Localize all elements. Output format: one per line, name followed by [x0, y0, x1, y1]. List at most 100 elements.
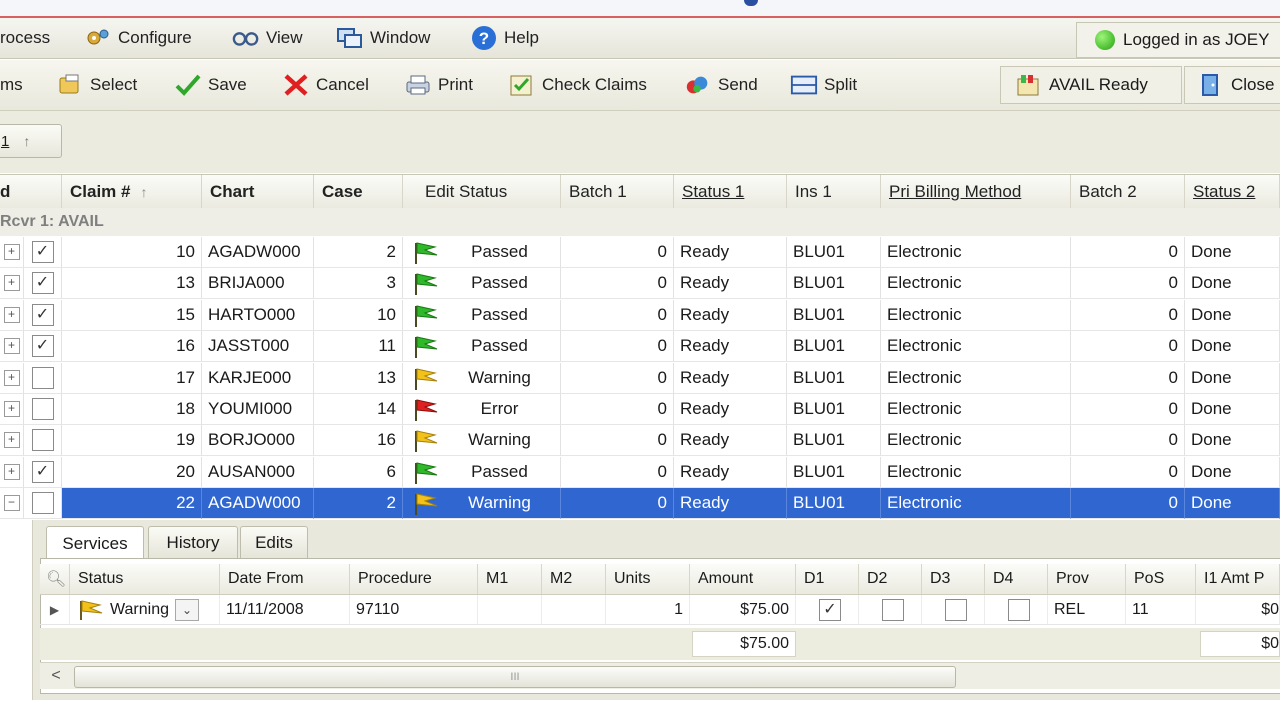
tab-history[interactable]: History	[148, 526, 238, 559]
svc-units-cell[interactable]: 1	[606, 595, 690, 625]
svc-d4-cell[interactable]	[985, 595, 1048, 625]
svc-col-d4[interactable]: D4	[985, 564, 1048, 594]
ins1-cell[interactable]: BLU01	[787, 299, 881, 331]
chart-cell[interactable]: BORJO000	[202, 425, 314, 457]
status2-cell[interactable]: Done	[1185, 268, 1280, 300]
row-checkbox[interactable]	[31, 429, 54, 452]
batch1-cell[interactable]: 0	[561, 488, 674, 520]
pri-billing-method-cell[interactable]: Electronic	[881, 299, 1071, 331]
menu-window[interactable]: Window	[336, 18, 430, 58]
d1-checkbox[interactable]: ✓	[819, 598, 841, 621]
edit-status-cell[interactable]: Warning	[403, 362, 561, 394]
edit-status-cell[interactable]: Passed	[403, 268, 561, 300]
edit-status-cell[interactable]: Warning	[403, 425, 561, 457]
table-row[interactable]: + ✓ 16 JASST000 11 Passed 0 Ready BLU01 Electroni…	[0, 331, 1280, 363]
pri-billing-method-cell[interactable]: Electronic	[881, 425, 1071, 457]
svc-d1-cell[interactable]: ✓	[796, 595, 859, 625]
status1-cell[interactable]: Ready	[674, 488, 787, 520]
menu-view[interactable]: View	[232, 18, 303, 58]
ins1-cell[interactable]: BLU01	[787, 456, 881, 488]
svc-amount-cell[interactable]: $75.00	[690, 595, 796, 625]
row-checkbox[interactable]	[31, 492, 54, 515]
row-checkbox[interactable]: ✓	[31, 241, 54, 263]
row-checkbox[interactable]: ✓	[31, 335, 54, 358]
svc-col-m1[interactable]: M1	[478, 564, 542, 594]
expand-icon[interactable]: +	[3, 401, 20, 417]
batch2-cell[interactable]: 0	[1071, 425, 1185, 457]
table-row[interactable]: + ✓ 13 BRIJA000 3 Passed 0 Ready BLU01 Electronic…	[0, 268, 1280, 300]
svc-m2-cell[interactable]	[542, 595, 606, 625]
svc-col-prov[interactable]: Prov	[1048, 564, 1126, 594]
ins1-cell[interactable]: BLU01	[787, 268, 881, 300]
row-checkbox[interactable]: ✓	[31, 303, 54, 326]
pri-billing-method-cell[interactable]: Electronic	[881, 456, 1071, 488]
col-header-batch2[interactable]: Batch 2	[1071, 175, 1185, 208]
group-by-chip[interactable]: 1 ↑	[0, 124, 62, 158]
table-row[interactable]: − 22 AGADW000 2 Warning 0 Ready BLU01 Electronic…	[0, 488, 1280, 520]
row-checkbox-cell[interactable]: ✓	[24, 237, 62, 268]
svc-m1-cell[interactable]	[478, 595, 542, 625]
tab-edits[interactable]: Edits	[240, 526, 308, 559]
row-checkbox-cell[interactable]: ✓	[24, 299, 62, 331]
row-checkbox-cell[interactable]	[24, 425, 62, 457]
print-button[interactable]: Print	[404, 60, 473, 110]
status2-cell[interactable]: Done	[1185, 456, 1280, 488]
chart-cell[interactable]: KARJE000	[202, 362, 314, 394]
row-checkbox-cell[interactable]: ✓	[24, 331, 62, 363]
edit-status-cell[interactable]: Passed	[403, 237, 561, 268]
batch2-cell[interactable]: 0	[1071, 394, 1185, 425]
edit-status-cell[interactable]: Passed	[403, 331, 561, 363]
col-header-status1[interactable]: Status 1	[674, 175, 787, 208]
edit-status-cell[interactable]: Passed	[403, 299, 561, 331]
svc-pos-cell[interactable]: 11	[1126, 595, 1196, 625]
batch2-cell[interactable]: 0	[1071, 456, 1185, 488]
status2-cell[interactable]: Done	[1185, 362, 1280, 394]
cancel-button[interactable]: Cancel	[282, 60, 369, 110]
col-header-pri-billing-method[interactable]: Pri Billing Method	[881, 175, 1071, 208]
row-checkbox[interactable]: ✓	[31, 272, 54, 295]
case-cell[interactable]: 3	[314, 268, 403, 300]
row-checkbox-cell[interactable]	[24, 394, 62, 425]
col-header-case[interactable]: Case	[314, 175, 403, 208]
chart-cell[interactable]: AGADW000	[202, 488, 314, 520]
table-row[interactable]: + ✓ 20 AUSAN000 6 Passed 0 Ready BLU01 Electronic…	[0, 456, 1280, 488]
svc-col-d2[interactable]: D2	[859, 564, 922, 594]
expand-icon[interactable]: +	[3, 275, 20, 292]
chart-cell[interactable]: AUSAN000	[202, 456, 314, 488]
save-button[interactable]: Save	[174, 60, 247, 110]
claim-number-cell[interactable]: 17	[62, 362, 202, 394]
group-row-receiver[interactable]: Rcvr 1: AVAIL	[0, 208, 1280, 236]
status1-cell[interactable]: Ready	[674, 299, 787, 331]
expand-icon[interactable]: +	[3, 338, 20, 355]
horizontal-scrollbar[interactable]: < III	[40, 662, 1280, 689]
expand-icon[interactable]: +	[3, 369, 20, 386]
tab-services[interactable]: Services	[46, 526, 144, 560]
batch2-cell[interactable]: 0	[1071, 237, 1185, 268]
col-header-claim[interactable]: Claim # ↑	[62, 175, 202, 208]
batch1-cell[interactable]: 0	[561, 456, 674, 488]
svc-col-d3[interactable]: D3	[922, 564, 985, 594]
col-header-status2[interactable]: Status 2	[1185, 175, 1280, 208]
svc-col-procedure[interactable]: Procedure	[350, 564, 478, 594]
case-cell[interactable]: 2	[314, 488, 403, 520]
status1-cell[interactable]: Ready	[674, 237, 787, 268]
pri-billing-method-cell[interactable]: Electronic	[881, 488, 1071, 520]
row-expander-cell[interactable]: +	[0, 394, 24, 425]
row-expander-cell[interactable]: +	[0, 268, 24, 300]
chart-cell[interactable]: AGADW000	[202, 237, 314, 268]
expand-icon[interactable]: +	[3, 244, 20, 260]
status1-cell[interactable]: Ready	[674, 394, 787, 425]
d4-checkbox[interactable]	[1008, 598, 1030, 621]
chart-cell[interactable]: JASST000	[202, 331, 314, 363]
ins1-cell[interactable]: BLU01	[787, 425, 881, 457]
pri-billing-method-cell[interactable]: Electronic	[881, 331, 1071, 363]
row-checkbox-cell[interactable]: ✓	[24, 268, 62, 300]
edit-status-cell[interactable]: Error	[403, 394, 561, 425]
batch2-cell[interactable]: 0	[1071, 362, 1185, 394]
row-expander-cell[interactable]: +	[0, 456, 24, 488]
ins1-cell[interactable]: BLU01	[787, 394, 881, 425]
menu-process[interactable]: rocess	[0, 18, 50, 58]
batch2-cell[interactable]: 0	[1071, 488, 1185, 520]
row-checkbox[interactable]	[31, 366, 54, 389]
expand-icon[interactable]: +	[3, 432, 20, 449]
